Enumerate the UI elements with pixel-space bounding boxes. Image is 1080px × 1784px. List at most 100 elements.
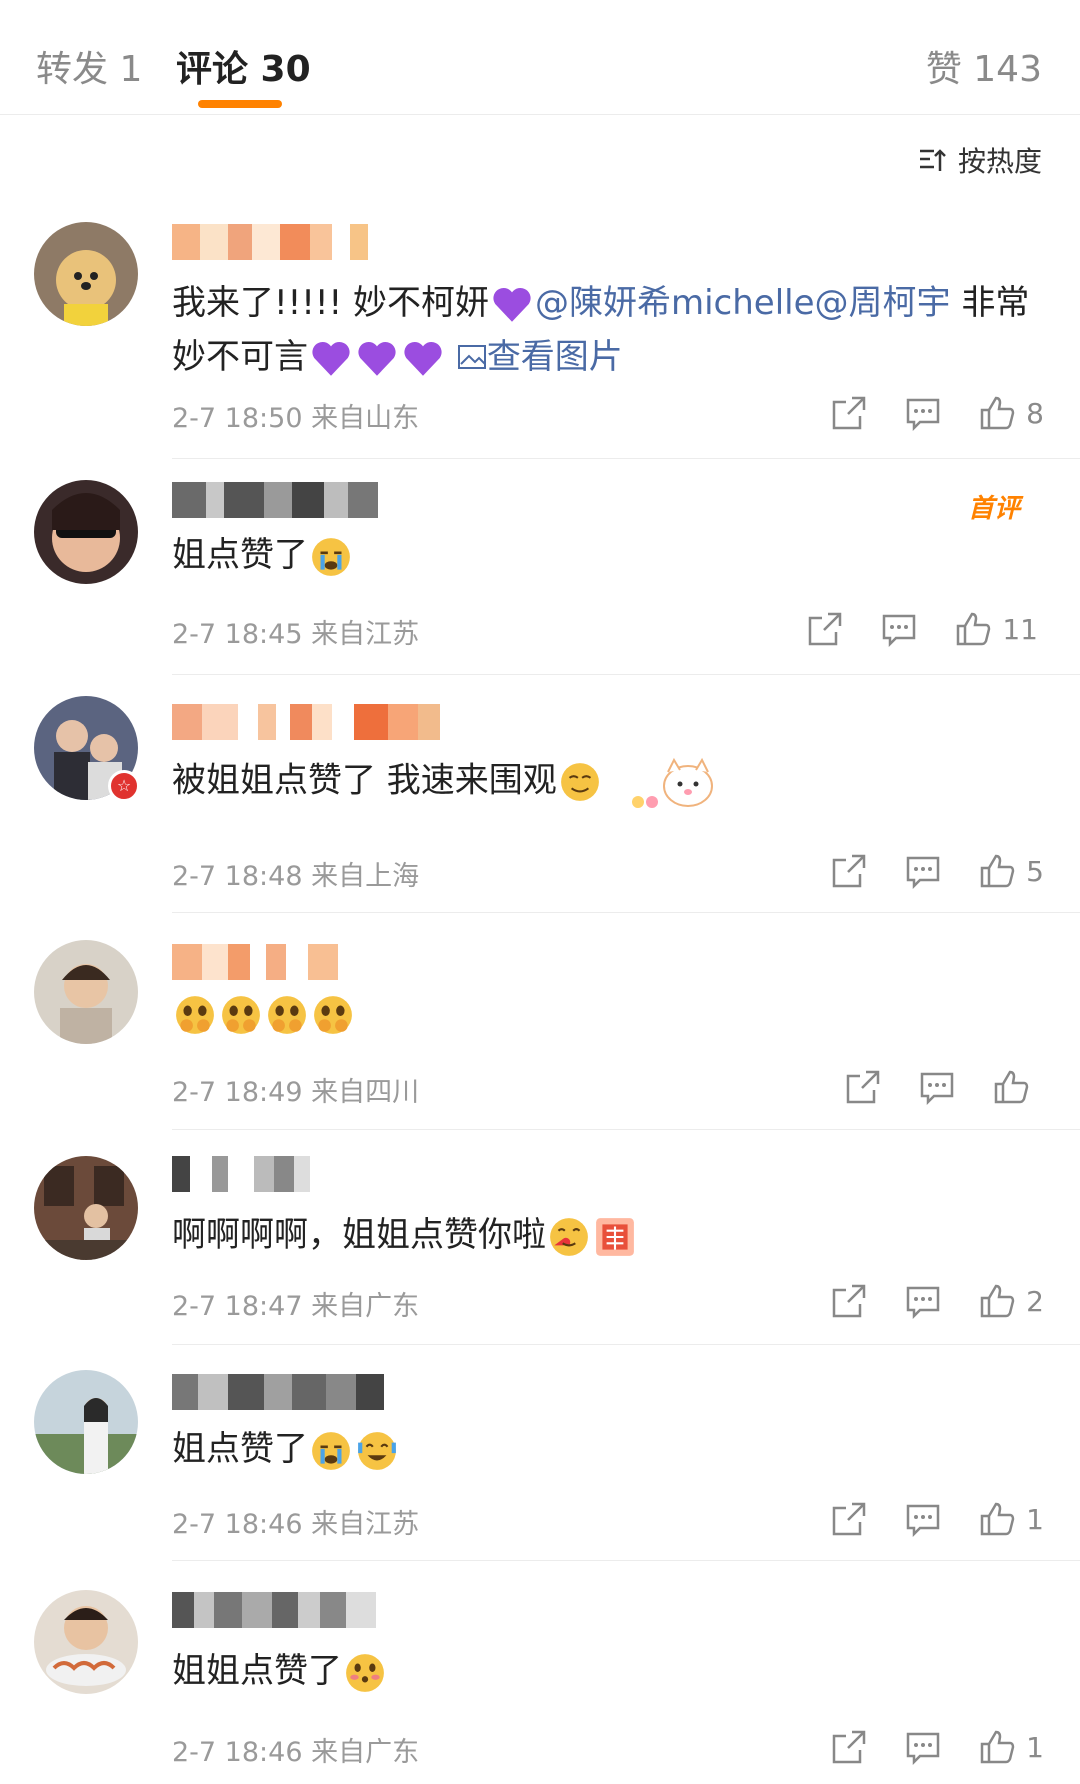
divider [172, 912, 1080, 913]
comment-text [172, 986, 1040, 1040]
comment-item: 首评 姐点赞了 2-7 18:45 来自江苏 11 [0, 462, 1080, 677]
like-button[interactable]: 2 [978, 1282, 1044, 1320]
like-button[interactable]: 11 [954, 610, 1038, 648]
comment-actions: 11 [806, 610, 1038, 648]
like-count: 11 [1002, 612, 1038, 646]
tab-likes[interactable]: 赞 143 [926, 40, 1042, 92]
comment-meta: 2-7 18:46 来自广东 [172, 1730, 419, 1769]
share-icon [832, 396, 866, 430]
like-button[interactable]: 1 [978, 1500, 1044, 1538]
location: 来自四川 [311, 1077, 420, 1108]
share-button[interactable] [830, 394, 868, 432]
tab-comments[interactable]: 评论 30 [176, 40, 311, 92]
username-blurred[interactable] [172, 1374, 384, 1410]
thumbs-up-icon [980, 854, 1015, 888]
comment-actions [844, 1068, 1040, 1106]
username-blurred[interactable] [172, 944, 338, 980]
avatar[interactable] [34, 480, 138, 584]
like-button[interactable]: 1 [978, 1728, 1044, 1766]
sort-label: 按热度 [957, 145, 1042, 178]
reply-button[interactable] [904, 852, 942, 890]
sort-by-hot-button[interactable]: 按热度 [918, 140, 1042, 180]
view-image-link[interactable]: 查看图片 [457, 337, 623, 377]
avatar[interactable] [34, 1590, 138, 1694]
comment-icon [906, 1286, 940, 1320]
share-icon [832, 854, 866, 888]
share-button[interactable] [830, 1282, 868, 1320]
touched-face-icon [220, 994, 262, 1036]
comment-meta: 2-7 18:49 来自四川 [172, 1070, 419, 1109]
comment-icon [906, 856, 940, 890]
purple-heart-icon [491, 284, 533, 326]
timestamp: 2-7 18:46 [172, 1737, 303, 1768]
like-button[interactable] [992, 1068, 1040, 1106]
like-count: 2 [1026, 1284, 1044, 1318]
reply-button[interactable] [904, 394, 942, 432]
mention-link[interactable]: @陳妍希michelle [535, 283, 815, 323]
comment-icon [906, 1504, 940, 1538]
reply-button[interactable] [904, 1282, 942, 1320]
share-button[interactable] [830, 1500, 868, 1538]
comment-actions: 8 [830, 394, 1044, 432]
comment-text-part: 姐点赞了 [172, 535, 308, 575]
image-icon [457, 345, 486, 369]
like-button[interactable]: 8 [978, 394, 1044, 432]
username-blurred[interactable] [172, 482, 378, 518]
share-button[interactable] [830, 852, 868, 890]
reply-button[interactable] [880, 610, 918, 648]
avatar[interactable] [34, 940, 138, 1044]
avatar[interactable] [34, 1370, 138, 1474]
thumbs-up-icon [980, 396, 1015, 430]
comment-text-part: 姐点赞了 [172, 1429, 308, 1469]
comment-item: 啊啊啊啊，姐姐点赞你啦 2-7 18:47 来自广东 2 [0, 1132, 1080, 1346]
comment-text: 我来了!!!!! 妙不柯妍 @陳妍希michelle@周柯宇 非常妙不可言 查看图… [172, 276, 1040, 384]
location: 来自山东 [311, 403, 420, 434]
location: 来自江苏 [311, 1509, 420, 1540]
touched-face-icon [266, 994, 308, 1036]
comment-actions: 1 [830, 1728, 1044, 1766]
comment-text-part: 被姐姐点赞了 我速来围观 [172, 760, 557, 801]
comment-actions: 2 [830, 1282, 1044, 1320]
username-blurred[interactable] [172, 1156, 310, 1192]
username-blurred[interactable] [172, 224, 368, 260]
comment-item: 2-7 18:49 来自四川 [0, 916, 1080, 1131]
share-button[interactable] [806, 610, 844, 648]
purple-heart-icon [310, 338, 352, 380]
share-button[interactable] [830, 1728, 868, 1766]
reply-button[interactable] [904, 1728, 942, 1766]
touched-face-icon [174, 994, 216, 1036]
comment-text: 姐点赞了 [172, 528, 1040, 582]
username-blurred[interactable] [172, 704, 440, 740]
comment-icon [906, 398, 940, 432]
tab-repost[interactable]: 转发 1 [36, 40, 142, 92]
comment-text: 姐姐点赞了 [172, 1644, 1040, 1698]
divider [172, 674, 1080, 675]
comment-icon [920, 1072, 954, 1106]
smirk-face-icon [559, 761, 601, 803]
comment-item: 姐点赞了 2-7 18:46 来自江苏 1 [0, 1348, 1080, 1563]
thumbs-up-icon [980, 1730, 1015, 1764]
divider [172, 458, 1080, 459]
active-tab-indicator [198, 100, 282, 108]
comment-meta: 2-7 18:50 来自山东 [172, 396, 419, 435]
username-blurred[interactable] [172, 1592, 376, 1628]
sort-icon [919, 149, 946, 171]
timestamp: 2-7 18:50 [172, 403, 303, 434]
share-button[interactable] [844, 1068, 882, 1106]
avatar[interactable] [34, 1156, 138, 1260]
reply-button[interactable] [904, 1500, 942, 1538]
comment-icon [883, 614, 916, 648]
touched-face-icon [312, 994, 354, 1036]
view-image-label: 查看图片 [486, 337, 623, 377]
mention-link[interactable]: @周柯宇 [815, 283, 951, 323]
thumbs-up-icon [980, 1502, 1015, 1536]
comment-meta: 2-7 18:47 来自广东 [172, 1284, 419, 1323]
comment-text-part: 姐姐点赞了 [172, 1651, 342, 1691]
avatar[interactable] [34, 222, 138, 326]
timestamp: 2-7 18:45 [172, 619, 303, 650]
reply-button[interactable] [918, 1068, 956, 1106]
share-icon [832, 1730, 866, 1764]
like-button[interactable]: 5 [978, 852, 1044, 890]
comment-item: ☆ 被姐姐点赞了 我速来围观 2-7 18:48 来自上海 5 [0, 678, 1080, 915]
thumbs-up-icon [980, 1284, 1015, 1318]
